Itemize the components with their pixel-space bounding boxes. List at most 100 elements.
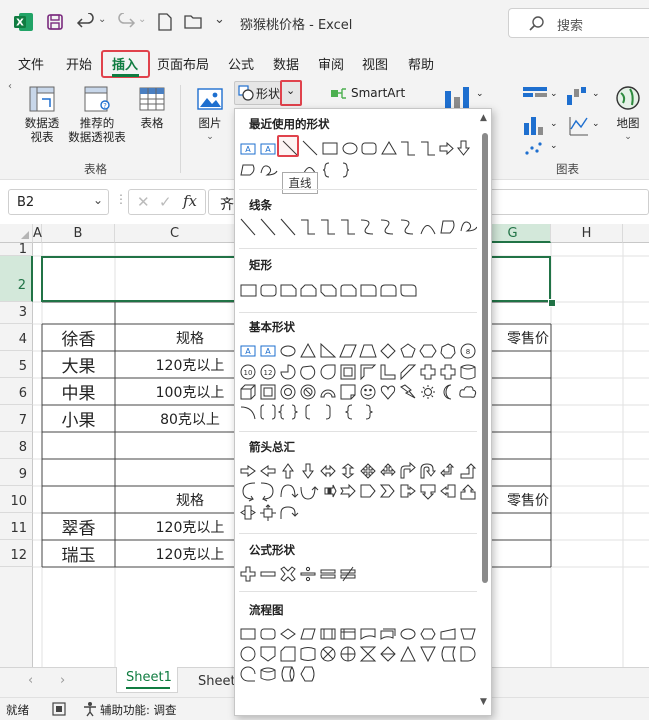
tab-file[interactable]: 文件: [18, 54, 44, 73]
triangle-shape-recent[interactable]: [381, 141, 397, 155]
can-shape[interactable]: [460, 364, 476, 380]
left-up-arrow-shape[interactable]: [440, 463, 455, 478]
undo-dropdown-icon[interactable]: ⌄: [98, 14, 106, 25]
left-bracket-shape[interactable]: [305, 404, 311, 420]
elbow-connector-shape[interactable]: [401, 141, 415, 156]
flowchart-process-shape[interactable]: [240, 628, 256, 640]
half-frame-shape[interactable]: [360, 364, 377, 381]
right-arrow-shape-recent[interactable]: [439, 141, 454, 156]
tab-page-layout[interactable]: 页面布局: [157, 54, 209, 73]
column-header-h[interactable]: H: [551, 224, 623, 243]
tab-data[interactable]: 数据: [273, 54, 299, 73]
pie-shape[interactable]: [280, 364, 296, 380]
snip-round-rect-shape[interactable]: [340, 284, 357, 297]
flowchart-summing-junction-shape[interactable]: [320, 646, 336, 662]
macro-record-icon[interactable]: [52, 702, 66, 716]
flowchart-direct-access-storage-shape[interactable]: [281, 666, 295, 682]
tab-review[interactable]: 审阅: [318, 54, 344, 73]
combo-chart-icon[interactable]: [568, 115, 590, 137]
left-brace-shape[interactable]: [344, 404, 353, 420]
tab-formulas[interactable]: 公式: [228, 54, 254, 73]
up-arrow-callout-shape[interactable]: [460, 484, 476, 500]
curved-arrow-connector-shape[interactable]: [380, 219, 394, 235]
accessibility-icon[interactable]: [82, 701, 98, 717]
flowchart-punched-tape-shape[interactable]: [300, 647, 316, 661]
chord-shape[interactable]: [300, 365, 316, 380]
scrollbar-thumb[interactable]: [482, 133, 488, 583]
vertical-text-box-shape[interactable]: A: [260, 143, 276, 155]
scroll-down-icon[interactable]: ▼: [480, 697, 487, 707]
right-brace-shape-recent[interactable]: [342, 162, 350, 178]
left-arrow-callout-shape[interactable]: [440, 484, 456, 498]
flowchart-display-shape[interactable]: [300, 666, 315, 682]
trapezoid-shape[interactable]: [359, 344, 377, 358]
flowchart-predefined-process-shape[interactable]: [320, 628, 336, 640]
sun-shape[interactable]: [421, 385, 435, 399]
flowchart-offpage-connector-shape[interactable]: [260, 646, 276, 662]
striped-right-arrow-shape[interactable]: [324, 484, 337, 498]
oval-shape-recent[interactable]: [342, 142, 358, 155]
pivot-table-button[interactable]: 数据透 视表: [18, 85, 66, 144]
diamond-shape[interactable]: [380, 343, 396, 359]
redo-dropdown-icon[interactable]: ⌄: [138, 14, 146, 25]
flowchart-sequential-access-storage-shape[interactable]: [240, 666, 256, 682]
left-right-up-arrow-shape[interactable]: [380, 463, 396, 477]
tab-view[interactable]: 视图: [362, 54, 388, 73]
elbow-arrow-connector-shape[interactable]: [421, 141, 435, 156]
elbow-connector-line-shape[interactable]: [301, 219, 315, 235]
pentagon-arrow-shape[interactable]: [360, 484, 376, 498]
frame-shape[interactable]: [340, 364, 356, 380]
cell-b11[interactable]: 翠香: [42, 513, 115, 540]
right-arrow-callout-shape[interactable]: [400, 484, 416, 498]
waterfall-chart-icon[interactable]: [566, 85, 590, 107]
new-file-icon[interactable]: [156, 13, 174, 31]
scatter-chart-dropdown-icon[interactable]: ⌄: [550, 141, 558, 151]
select-all-corner[interactable]: [0, 224, 33, 243]
scribble-line-shape[interactable]: [460, 221, 477, 232]
hexagon-shape[interactable]: [419, 344, 437, 358]
cell-b7[interactable]: 小果: [42, 405, 115, 432]
tab-home[interactable]: 开始: [66, 54, 92, 73]
redo-icon[interactable]: [116, 13, 136, 31]
isosceles-triangle-shape[interactable]: [300, 342, 316, 358]
elbow-double-arrow-line-shape[interactable]: [341, 219, 355, 235]
scatter-chart-icon[interactable]: [522, 139, 544, 159]
curved-left-arrow-shape[interactable]: [260, 482, 274, 502]
row-header-12[interactable]: 12: [0, 540, 33, 567]
quad-arrow-shape[interactable]: [360, 463, 376, 479]
ribbon-scroll-icon[interactable]: ‹: [8, 81, 12, 92]
donut-shape[interactable]: [280, 384, 296, 400]
waterfall-chart-dropdown-icon[interactable]: ⌄: [592, 89, 600, 99]
double-bracket-shape[interactable]: [260, 404, 276, 420]
row-header-10[interactable]: 10: [0, 486, 33, 513]
row-header-2[interactable]: 2: [0, 256, 33, 302]
column-header-a[interactable]: A: [33, 224, 42, 243]
flowchart-magnetic-disk-shape[interactable]: [260, 667, 276, 681]
right-triangle-shape[interactable]: [320, 342, 337, 358]
plus-shape[interactable]: [240, 566, 256, 582]
hierarchy-chart-dropdown-icon[interactable]: ⌄: [550, 89, 558, 99]
flowchart-document-shape[interactable]: [360, 628, 376, 640]
cell-b6[interactable]: 中果: [42, 378, 115, 405]
tab-help[interactable]: 帮助: [408, 54, 434, 73]
u-turn-arrow-shape[interactable]: [420, 463, 437, 479]
rectangle-shape[interactable]: [240, 284, 257, 297]
text-box-shape[interactable]: A: [240, 143, 256, 155]
elbow-arrow-line-shape[interactable]: [321, 219, 335, 235]
rounded-rectangle-shape[interactable]: [260, 284, 277, 297]
heart-shape[interactable]: [380, 385, 396, 400]
fill-handle[interactable]: [548, 299, 556, 307]
round-single-corner-rect-shape[interactable]: [360, 284, 377, 297]
row-header-8[interactable]: 8: [0, 432, 33, 459]
cube-shape[interactable]: [240, 384, 256, 400]
oval-shape[interactable]: [280, 345, 296, 357]
chevron-shape[interactable]: [379, 484, 395, 498]
prev-sheet-icon[interactable]: ‹: [28, 673, 33, 688]
column-header-b[interactable]: B: [42, 224, 115, 243]
row-header-9[interactable]: 9: [0, 459, 33, 486]
curved-double-arrow-connector-shape[interactable]: [400, 219, 414, 235]
snip-diagonal-rect-shape[interactable]: [320, 284, 337, 297]
cell-b12[interactable]: 瑞玉: [42, 540, 115, 567]
basic-vertical-text-box-shape[interactable]: A: [260, 345, 276, 357]
left-brace-shape-recent[interactable]: [322, 162, 330, 178]
